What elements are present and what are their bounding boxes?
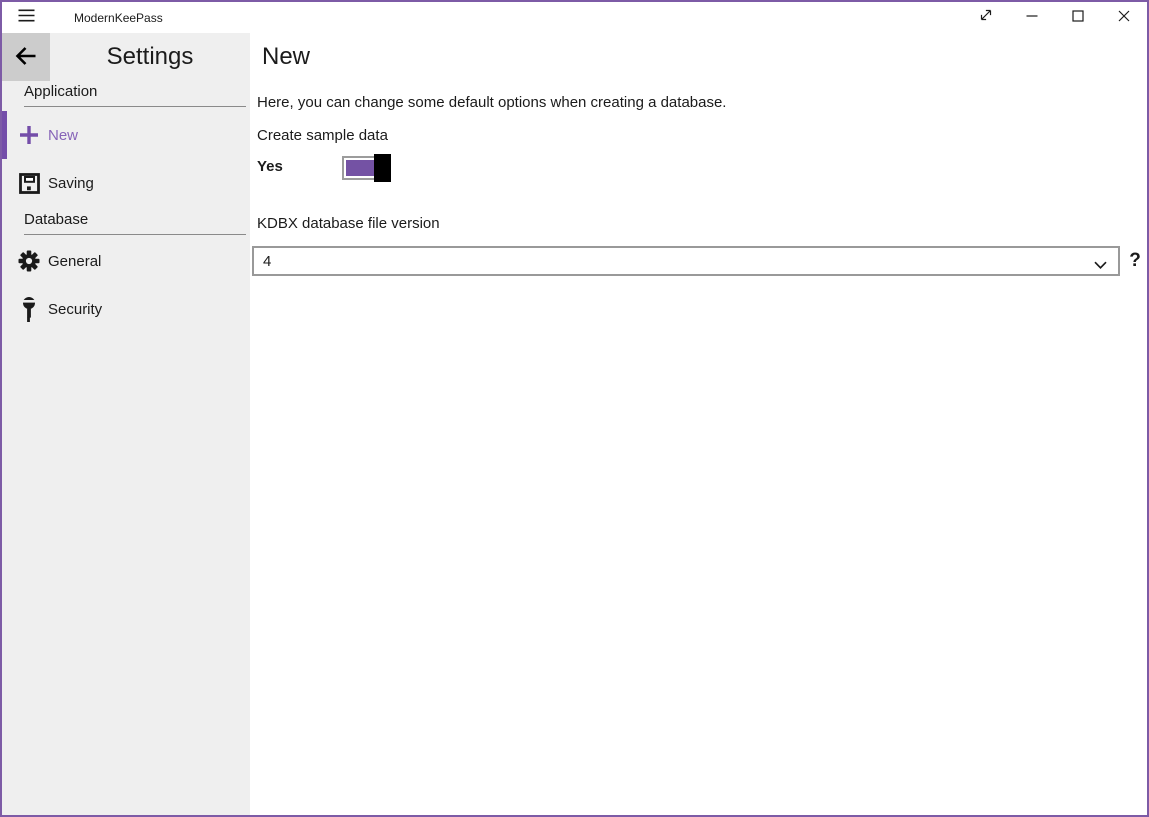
sidebar-item-security[interactable]: Security	[2, 285, 250, 333]
selected-accent-bar	[2, 111, 7, 159]
page-title: New	[262, 43, 310, 71]
close-button[interactable]	[1101, 2, 1147, 33]
caption-buttons	[963, 2, 1147, 33]
chevron-down-icon	[1094, 257, 1107, 274]
sidebar-item-new[interactable]: New	[2, 111, 250, 159]
kdbx-version-label: KDBX database file version	[257, 215, 440, 232]
dropdown-selected-value: 4	[263, 253, 271, 270]
app-window: ModernKeePass	[0, 0, 1149, 817]
hamburger-menu-button[interactable]	[2, 2, 50, 33]
settings-sidebar: Settings Application New Saving	[2, 33, 250, 815]
fullscreen-icon	[978, 7, 994, 28]
app-title: ModernKeePass	[74, 11, 163, 25]
main-panel: New Here, you can change some default op…	[250, 33, 1147, 815]
close-icon	[1118, 9, 1130, 27]
kdbx-version-dropdown[interactable]: 4	[252, 246, 1120, 276]
minimize-icon	[1026, 9, 1038, 27]
create-sample-data-label: Create sample data	[257, 127, 388, 144]
key-icon	[16, 296, 42, 323]
maximize-icon	[1072, 9, 1084, 27]
window-body: Settings Application New Saving	[2, 33, 1147, 815]
page-description: Here, you can change some default option…	[257, 94, 726, 111]
toggle-state-label: Yes	[257, 158, 283, 175]
back-arrow-icon	[13, 43, 39, 72]
minimize-button[interactable]	[1009, 2, 1055, 33]
save-icon	[16, 173, 42, 194]
kdbx-help-button[interactable]: ?	[1124, 245, 1146, 276]
settings-title: Settings	[50, 33, 250, 81]
sidebar-item-saving[interactable]: Saving	[2, 159, 250, 207]
toggle-thumb[interactable]	[374, 154, 391, 182]
sidebar-item-label: New	[48, 127, 78, 144]
fullscreen-button[interactable]	[963, 2, 1009, 33]
sidebar-item-general[interactable]: General	[2, 237, 250, 285]
maximize-button[interactable]	[1055, 2, 1101, 33]
sidebar-item-label: Saving	[48, 175, 94, 192]
gear-icon	[16, 250, 42, 272]
titlebar: ModernKeePass	[2, 2, 1147, 33]
plus-icon	[16, 124, 42, 146]
section-header-database: Database	[24, 211, 246, 235]
back-button[interactable]	[2, 33, 50, 81]
sidebar-item-label: Security	[48, 301, 102, 318]
sidebar-item-label: General	[48, 253, 101, 270]
create-sample-data-toggle[interactable]	[342, 154, 391, 182]
hamburger-icon	[18, 9, 35, 27]
section-header-application: Application	[24, 83, 246, 107]
